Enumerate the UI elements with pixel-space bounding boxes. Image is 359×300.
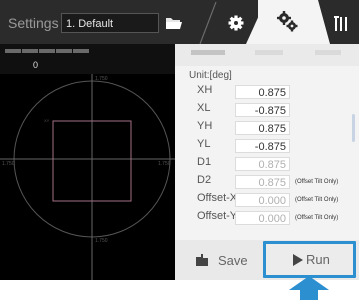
save-icon xyxy=(196,254,208,266)
gears-icon xyxy=(277,11,298,32)
window-title: Settings xyxy=(8,15,59,31)
field-offset-x: 0.000 xyxy=(235,193,290,207)
row-label-xl: XL xyxy=(197,102,211,114)
indicator-chip xyxy=(56,49,72,53)
indicator-chip xyxy=(5,49,21,53)
indicator-chip xyxy=(73,49,89,53)
top-bar: Settings 1. Default xyxy=(0,0,359,44)
row-label-yl: YL xyxy=(197,138,211,150)
save-label: Save xyxy=(218,253,248,268)
unit-label: Unit:[deg] xyxy=(189,70,232,81)
offset-tilt-note: (Offset Tilt Only) xyxy=(295,197,339,203)
row-label-offset-y: Offset-Y xyxy=(197,210,238,222)
axis-tick-top: 1.750 xyxy=(95,76,108,82)
save-button[interactable]: Save xyxy=(175,240,263,280)
tools-icon xyxy=(334,16,347,31)
axis-tick-left: 1.750 xyxy=(2,161,15,167)
header-hint xyxy=(315,50,341,55)
axis-tick-right: 1.750 xyxy=(158,161,171,167)
row-label-yh: YH xyxy=(197,120,213,132)
field-yl[interactable]: -0.875 xyxy=(235,139,290,153)
tab-tools[interactable] xyxy=(323,2,359,44)
indicator-chip xyxy=(39,49,55,53)
header-hint xyxy=(255,50,283,55)
row-label-d1: D1 xyxy=(197,156,212,168)
tilt-canvas: 0 1.750 1.750 1.750 1.750 XY xyxy=(0,44,175,280)
row-label-d2: D2 xyxy=(197,174,212,186)
field-xl[interactable]: -0.875 xyxy=(235,103,290,117)
folder-icon[interactable] xyxy=(160,13,186,33)
counter-value: 0 xyxy=(33,60,39,70)
field-yh[interactable]: 0.875 xyxy=(235,121,290,135)
tab-advanced-gears[interactable] xyxy=(258,0,318,44)
panel-header-strip xyxy=(175,44,359,66)
preset-select[interactable]: 1. Default xyxy=(61,13,159,33)
settings-panel: Unit:[deg] XH 0.875 XL -0.875 YH 0.875 Y… xyxy=(175,44,359,240)
offset-tilt-note: (Offset Tilt Only) xyxy=(295,179,339,185)
axis-tick-bottom: 1.750 xyxy=(95,238,108,244)
marker-label: XY xyxy=(44,118,50,123)
run-highlight-frame xyxy=(263,241,356,278)
row-label-xh: XH xyxy=(197,84,213,96)
panel-scrollbar[interactable] xyxy=(352,114,355,142)
canvas-toolbar: 0 xyxy=(0,44,175,74)
field-offset-y: 0.000 xyxy=(235,211,290,225)
field-d1: 0.875 xyxy=(235,157,290,171)
pointer-arrow-icon xyxy=(289,276,329,300)
offset-tilt-note: (Offset Tilt Only) xyxy=(295,215,339,221)
tilt-plot: 1.750 1.750 1.750 1.750 XY xyxy=(0,74,175,280)
indicator-chip xyxy=(22,49,38,53)
field-d2: 0.875 xyxy=(235,175,290,189)
header-hint xyxy=(191,50,225,55)
row-label-offset-x: Offset-X xyxy=(197,192,238,204)
field-xh[interactable]: 0.875 xyxy=(235,85,290,99)
